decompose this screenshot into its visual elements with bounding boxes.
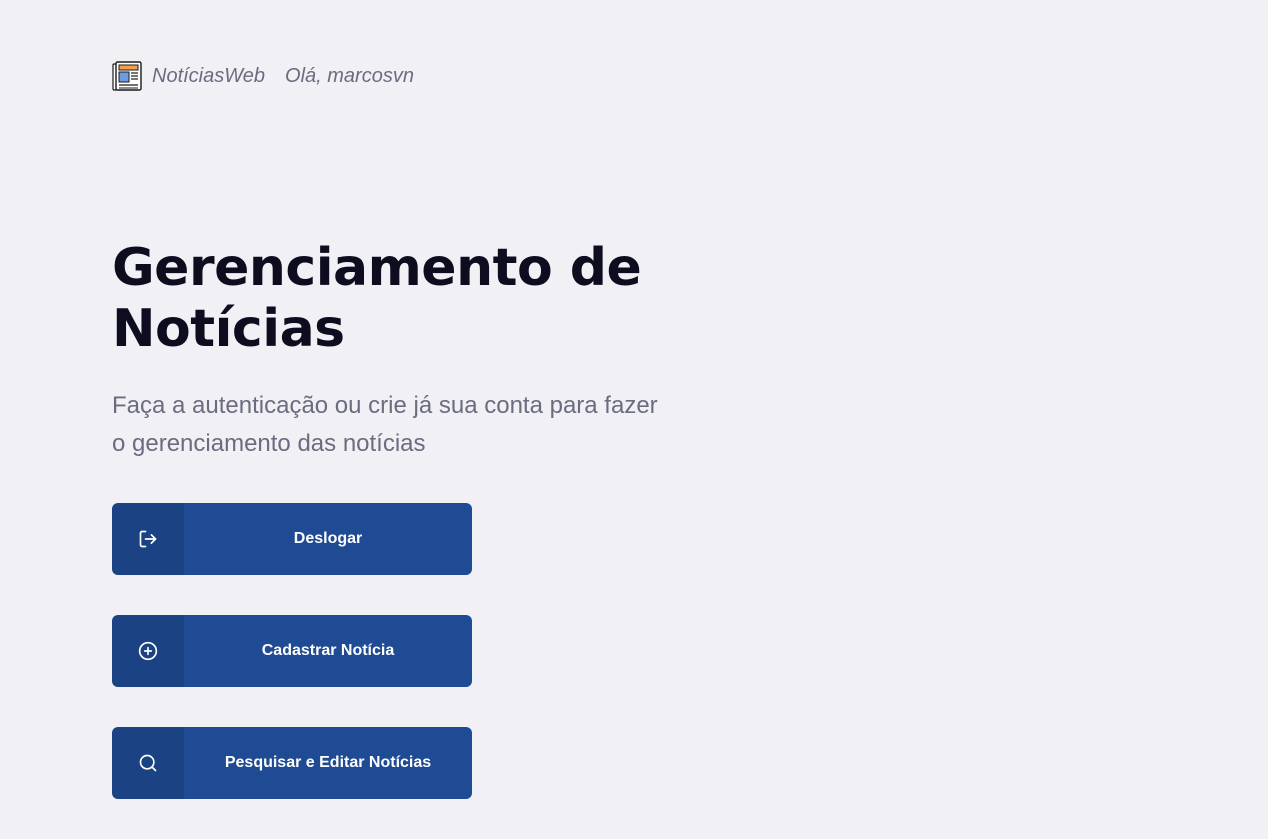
page-title: Gerenciamento de Notícias bbox=[112, 238, 642, 359]
logout-icon bbox=[112, 503, 184, 575]
user-greeting: Olá, marcosvn bbox=[285, 64, 414, 87]
search-edit-news-button-label: Pesquisar e Editar Notícias bbox=[224, 754, 432, 771]
register-news-button[interactable]: Cadastrar Notícia bbox=[112, 615, 472, 687]
header: NotíciasWeb Olá, marcosvn bbox=[112, 60, 414, 92]
page-subtitle: Faça a autenticação ou crie já sua conta… bbox=[112, 392, 658, 457]
main-content: Gerenciamento de Notícias Faça a autenti… bbox=[112, 238, 712, 839]
brand-name[interactable]: NotíciasWeb bbox=[152, 65, 265, 88]
newspaper-icon bbox=[112, 61, 142, 91]
logout-button-label: Deslogar bbox=[293, 530, 363, 547]
search-edit-news-button[interactable]: Pesquisar e Editar Notícias bbox=[112, 727, 472, 799]
search-icon bbox=[112, 727, 184, 799]
logout-button[interactable]: Deslogar bbox=[112, 503, 472, 575]
action-buttons: Deslogar Cadastrar Notícia Pesquisar e E… bbox=[112, 503, 712, 799]
register-news-button-label: Cadastrar Notícia bbox=[261, 642, 395, 659]
plus-circle-icon bbox=[112, 615, 184, 687]
